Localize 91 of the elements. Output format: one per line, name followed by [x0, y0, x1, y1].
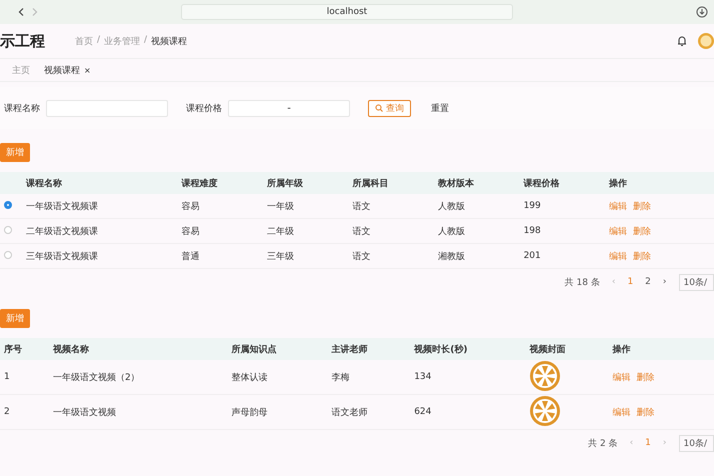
table-cell: 二年级: [263, 218, 349, 244]
app-title: 示工程: [0, 32, 45, 50]
add-button[interactable]: 新增: [0, 143, 30, 162]
table-cell: 三年级: [263, 244, 349, 268]
page-size-select[interactable]: 10条/: [678, 274, 714, 290]
table-cell: 声母韵母: [227, 394, 328, 430]
field-label: 课程价格: [186, 102, 222, 114]
column-header: 视频名称: [48, 338, 228, 360]
forward-icon[interactable]: [32, 8, 38, 16]
breadcrumb-link[interactable]: 首页: [75, 34, 93, 48]
action-link[interactable]: 删除: [636, 372, 654, 382]
action-link[interactable]: 编辑: [612, 372, 630, 382]
table-cell: 一年级语文视频（2）: [48, 360, 228, 394]
table-cell: 一年级语文视频: [48, 394, 228, 430]
action-link[interactable]: 删除: [633, 202, 652, 212]
table-cell: 语文: [348, 244, 434, 268]
reset-button[interactable]: 重置: [425, 100, 455, 116]
table-cell: 201: [520, 244, 606, 268]
table-cell: 容易: [178, 218, 264, 244]
column-header: 操作: [605, 172, 714, 194]
next-page-button[interactable]: ›: [662, 277, 667, 287]
add-button[interactable]: 新增: [0, 309, 30, 328]
table-cell: 语文老师: [327, 394, 410, 430]
action-link[interactable]: 编辑: [609, 252, 628, 262]
column-header: 视频封面: [526, 338, 608, 360]
table-cell: 一年级语文视频课: [22, 194, 178, 218]
page-number[interactable]: 1: [627, 277, 634, 287]
prev-page-button[interactable]: ‹: [612, 277, 616, 287]
table-cell: 2: [0, 394, 49, 430]
page-number[interactable]: 2: [645, 277, 651, 287]
breadcrumb-link[interactable]: 业务管理: [104, 34, 140, 48]
column-header: 课程难度: [178, 172, 264, 194]
table-cell: 一年级: [263, 194, 349, 218]
search-icon: [375, 104, 383, 112]
table-cell: 普通: [178, 244, 264, 268]
action-link[interactable]: 编辑: [609, 202, 628, 212]
table-cell: 199: [520, 194, 606, 218]
action-link[interactable]: 删除: [633, 252, 652, 262]
table-cell: 人教版: [434, 218, 520, 244]
action-link[interactable]: 编辑: [612, 408, 630, 418]
column-header: 操作: [608, 338, 714, 360]
column-header: 视频时长(秒): [410, 338, 526, 360]
table-cell: 134: [410, 360, 526, 394]
radio-button[interactable]: [4, 250, 12, 258]
download-icon[interactable]: [696, 6, 708, 18]
total-count: 共 18 条: [564, 276, 600, 288]
column-header: 课程名称: [22, 172, 178, 194]
radio-button[interactable]: [4, 226, 12, 234]
column-header: 教材版本: [434, 172, 520, 194]
bell-icon[interactable]: [676, 35, 688, 47]
search-button[interactable]: 查询: [368, 100, 411, 116]
next-page-button[interactable]: ›: [662, 438, 667, 448]
action-link[interactable]: 删除: [633, 226, 652, 236]
column-header: 序号: [0, 338, 49, 360]
page-tab[interactable]: 主页: [12, 64, 30, 76]
table-cell: 李梅: [327, 360, 410, 394]
breadcrumb-link[interactable]: 视频课程: [151, 34, 188, 48]
table-cell: 624: [410, 394, 526, 430]
table-cell: 整体认读: [227, 360, 328, 394]
table-cell: 湘教版: [434, 244, 520, 268]
column-header: 主讲老师: [327, 338, 410, 360]
back-icon[interactable]: [18, 8, 24, 16]
field-label: 课程名称: [4, 102, 40, 114]
table-cell: 语文: [348, 194, 434, 218]
column-header: 所属年级: [263, 172, 349, 194]
range-field[interactable]: -: [228, 100, 350, 116]
column-header: 所属科目: [348, 172, 434, 194]
prev-page-button[interactable]: ‹: [630, 438, 634, 448]
page-number[interactable]: 1: [645, 438, 651, 448]
fruit-slice-icon: [530, 360, 560, 390]
column-header: 所属知识点: [227, 338, 328, 360]
page-size-select[interactable]: 10条/: [678, 434, 714, 452]
input-field[interactable]: [46, 100, 168, 116]
table-cell: 三年级语文视频课: [22, 244, 178, 268]
radio-button[interactable]: [4, 200, 12, 208]
breadcrumb-separator: /: [97, 34, 100, 46]
table-cell: 1: [0, 360, 49, 394]
address-bar[interactable]: localhost: [181, 4, 513, 20]
column-header: 课程价格: [520, 172, 606, 194]
breadcrumb-separator: /: [144, 34, 148, 46]
table-cell: 二年级语文视频课: [22, 218, 178, 244]
table-cell: 人教版: [434, 194, 520, 218]
total-count: 共 2 条: [588, 438, 618, 450]
fruit-slice-icon: [530, 396, 560, 426]
page-tab[interactable]: 视频课程 ×: [44, 64, 91, 76]
table-cell: 198: [520, 218, 606, 244]
table-cell: 容易: [178, 194, 264, 218]
table-cell: 语文: [348, 218, 434, 244]
action-link[interactable]: 删除: [636, 408, 654, 418]
action-link[interactable]: 编辑: [609, 226, 628, 236]
avatar-icon[interactable]: [698, 33, 714, 49]
